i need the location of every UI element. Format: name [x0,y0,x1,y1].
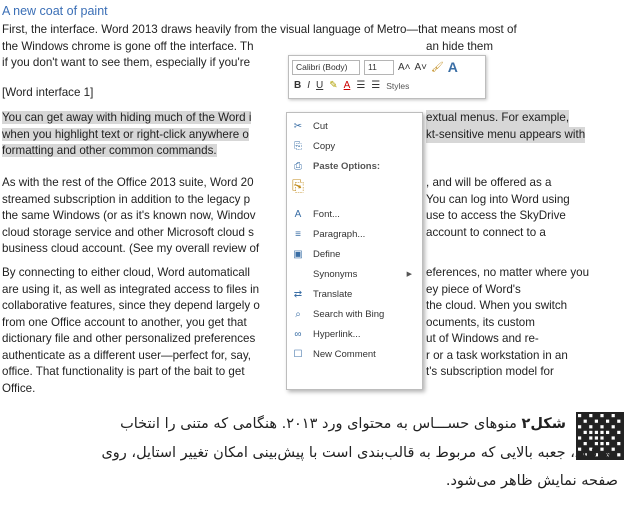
highlight-icon[interactable]: ✎ [329,80,337,91]
document-page: A new coat of paint First, the interface… [0,0,626,410]
logo-dot [606,419,610,423]
mini-toolbar: Calibri (Body) 11 A˄ A˅ 🖌 A B I U ✎ A ☰ … [288,55,486,99]
logo-dot [578,414,582,418]
logo-dot [611,414,615,418]
logo-dot [594,419,598,423]
logo-dot [578,436,582,440]
caption-line-2: می‌کنید، جعبه بالایی که مربوط به قالب‌بن… [101,445,618,461]
menu-item-font[interactable]: A Font... [287,205,422,223]
menu-item-translate[interactable]: ⇄ Translate [287,285,422,303]
menu-item-label: Define [313,248,341,260]
menu-item-paste-options[interactable]: ⎙ Paste Options: [287,157,422,175]
shrink-font-button[interactable]: A˅ [415,62,428,73]
styles-button[interactable]: Styles [386,81,409,91]
text-line: First, the interface. Word 2013 draws he… [2,23,517,36]
logo-dot [589,425,593,429]
logo-dot [600,430,604,434]
text-line: the Windows chrome is gone off the inter… [2,39,494,53]
paragraph-icon: ≡ [295,228,301,240]
underline-button[interactable]: U [316,80,323,91]
logo-dot [594,430,598,434]
numbering-icon[interactable]: ☰ [371,80,380,91]
menu-item-paste-keep[interactable]: ⎘ [287,177,422,195]
logo-dot [611,436,615,440]
font-color-button[interactable]: A [344,80,351,91]
define-icon: ▣ [293,248,303,260]
menu-item-label: Copy [313,140,336,152]
menu-item-label: Translate [313,288,353,300]
menu-item-hyperlink[interactable]: ∞ Hyperlink... [287,325,422,343]
logo-dot [617,419,621,423]
logo-dot [583,430,587,434]
logo-dot [600,436,604,440]
menu-item-paragraph[interactable]: ≡ Paragraph... [287,225,422,243]
menu-item-define[interactable]: ▣ Define [287,245,422,263]
logo-dot [589,436,593,440]
caption-line-1: شکل۲ منوهای حســـاس به محتوای ورد ۲۰۱۳. … [120,416,567,432]
paste-icon: ⎙ [294,160,302,172]
logo-dot [594,436,598,440]
grow-font-button[interactable]: A˄ [398,62,411,73]
menu-item-search-with-bing[interactable]: ⌕ Search with Bing [287,305,422,323]
logo-dot [583,419,587,423]
context-menu: ✂ Cut ⎘ Copy ⎙ Paste Options: ⎘ A Font... ≡ Paragr… [286,112,423,390]
font-icon: A [294,208,302,220]
logo-dot [578,425,582,429]
comment-icon: ☐ [293,348,303,360]
menu-item-label: Cut [313,120,328,132]
clipboard-icon: ⎘ [291,177,304,195]
translate-icon: ⇄ [293,288,303,300]
menu-item-cut[interactable]: ✂ Cut [287,117,422,135]
menu-item-label: Search with Bing [313,308,385,320]
submenu-arrow-icon: ▶ [406,271,412,278]
font-name-select[interactable]: Calibri (Body) [292,59,360,75]
scissors-icon: ✂ [293,120,303,132]
document-heading: A new coat of paint [2,4,108,18]
menu-item-label: New Comment [313,348,376,360]
format-painter-icon[interactable]: 🖌 [431,62,444,73]
caption-label: شکل۲ [521,416,567,432]
logo-dot [589,430,593,434]
menu-item-label: Hyperlink... [313,328,361,340]
menu-item-label: Paste Options: [313,160,381,172]
logo-dot [606,430,610,434]
search-icon: ⌕ [295,308,301,320]
caption-line-3: صفحه نمایش ظاهر می‌شود. [445,473,618,489]
menu-item-label: Synonyms [313,268,358,280]
menu-item-new-comment[interactable]: ☐ New Comment [287,345,422,363]
logo-dot [617,430,621,434]
logo-dot [600,414,604,418]
menu-item-label: Paragraph... [313,228,366,240]
menu-item-synonyms[interactable]: Synonyms ▶ [287,265,422,283]
font-size-select[interactable]: 11 [364,59,394,75]
logo-dot [600,425,604,429]
bullets-icon[interactable]: ☰ [356,80,365,91]
menu-item-label: Font... [313,208,340,220]
italic-button[interactable]: I [307,80,310,91]
menu-item-copy[interactable]: ⎘ Copy [287,137,422,155]
bold-button[interactable]: B [294,80,301,91]
hyperlink-icon: ∞ [294,328,302,340]
copy-icon: ⎘ [294,140,302,152]
logo-dot [589,414,593,418]
styles-icon[interactable]: A [448,59,458,75]
logo-dot [611,425,615,429]
figure-caption: شکل۲ منوهای حســـاس به محتوای ورد ۲۰۱۳. … [0,410,626,508]
